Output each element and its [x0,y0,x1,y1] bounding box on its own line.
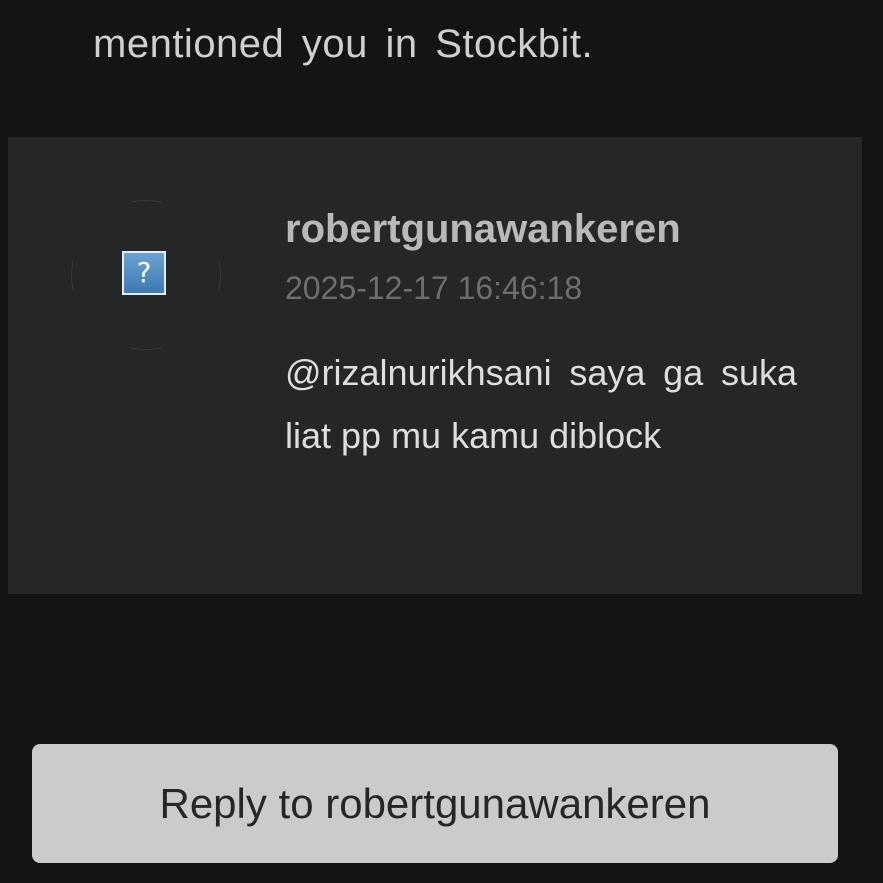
reply-button[interactable]: Reply to robertgunawankeren [32,744,838,863]
broken-image-icon: ? [122,251,166,295]
reply-button-label: Reply to robertgunawankeren [159,779,711,827]
comment-username: robertgunawankeren [285,207,681,251]
comment-timestamp: 2025-12-17 16:46:18 [285,270,583,306]
comment-body: @rizalnurikhsani saya ga suka liat pp mu… [285,352,797,456]
notification-text: mentioned you in Stockbit. [93,22,594,66]
